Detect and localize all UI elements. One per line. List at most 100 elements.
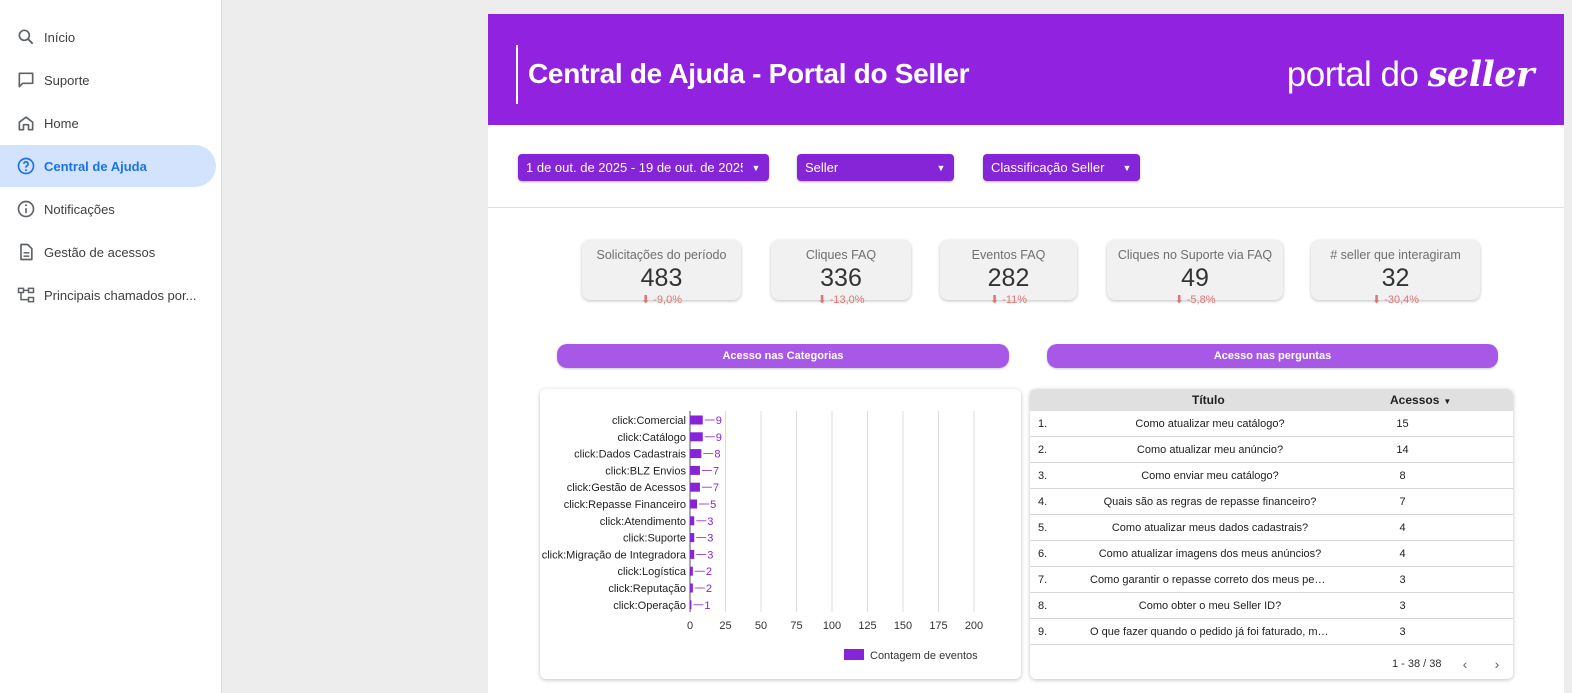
kpi-card-cliques-suporte: Cliques no Suporte via FAQ 49 ⬇ -5,8%: [1107, 240, 1283, 306]
kpi-delta: ⬇ -11%: [940, 293, 1077, 306]
table-row[interactable]: 5. Como atualizar meus dados cadastrais? 4: [1030, 515, 1513, 541]
kpi-delta: ⬇ -5,8%: [1107, 293, 1283, 306]
kpi-delta-value: -13,0%: [829, 294, 865, 306]
row-access-count: 15: [1396, 417, 1409, 430]
sidebar-item-suporte[interactable]: Suporte: [0, 59, 216, 101]
column-header-title[interactable]: Título: [1192, 393, 1225, 407]
column-header-access[interactable]: Acessos ▼: [1390, 393, 1451, 407]
kpi-label: Solicitações do período: [596, 248, 727, 262]
data-label: 7: [713, 465, 719, 477]
x-tick-label: 50: [755, 620, 767, 632]
bar: [690, 516, 695, 526]
table-row[interactable]: 4. Quais são as regras de repasse finance…: [1030, 489, 1513, 515]
bar: [690, 432, 703, 442]
row-index: 9.: [1038, 625, 1048, 638]
data-label: 5: [710, 499, 716, 511]
table-row[interactable]: 7. Como garantir o repasse correto dos me…: [1030, 567, 1513, 593]
kpi-delta: ⬇ -9,0%: [582, 293, 741, 306]
category-label: click:Operação: [613, 600, 686, 612]
bar: [690, 465, 700, 475]
kpi-label: Cliques no Suporte via FAQ: [1117, 248, 1273, 262]
pagination-text: 1 - 38 / 38: [1392, 658, 1442, 670]
x-tick-label: 25: [719, 620, 731, 632]
sidebar-item-principais-chamados[interactable]: Principais chamados por...: [0, 274, 216, 316]
seller-filter[interactable]: Seller ▼: [797, 154, 954, 181]
kpi-label: Eventos FAQ: [971, 248, 1046, 262]
table-row[interactable]: 3. Como enviar meu catálogo? 8: [1030, 463, 1513, 489]
divider: [488, 207, 1564, 208]
home-icon: [16, 113, 36, 133]
kpi-card-eventos-faq: Eventos FAQ 282 ⬇ -11%: [940, 240, 1077, 306]
table-row[interactable]: 2. Como atualizar meu anúncio? 14: [1030, 437, 1513, 463]
sidebar-item-label: Principais chamados por...: [44, 287, 197, 303]
date-range-filter[interactable]: 1 de out. de 2025 - 19 de out. de 2025 ▼: [518, 154, 769, 181]
categories-bar-chart: 0 25 50 75 100 125 150 175 200click:Comercial 9cl…: [542, 411, 983, 662]
help-icon: [16, 156, 36, 176]
row-access-count: 3: [1399, 625, 1406, 638]
sidebar-item-central-de-ajuda[interactable]: Central de Ajuda: [0, 145, 216, 187]
bar: [690, 499, 698, 509]
sidebar: Início Suporte Home Central de Ajuda Not…: [0, 0, 222, 693]
bar: [690, 583, 693, 593]
category-label: click:Repasse Financeiro: [564, 499, 686, 511]
kpi-value: 483: [640, 264, 683, 292]
row-title: Como enviar meu catálogo?: [1141, 469, 1279, 482]
row-title: Como garantir o repasse correto dos meus…: [1090, 573, 1330, 586]
sidebar-item-home[interactable]: Home: [0, 102, 216, 144]
x-tick-label: 175: [929, 620, 947, 632]
kpi-value: 336: [820, 264, 862, 292]
sidebar-item-label: Home: [44, 115, 79, 131]
sidebar-item-label: Notificações: [44, 201, 115, 217]
table-row[interactable]: 6. Como atualizar imagens dos meus anúnci…: [1030, 541, 1513, 567]
row-title: Como atualizar meus dados cadastrais?: [1111, 521, 1309, 534]
classification-filter[interactable]: Classificação Seller ▼: [983, 154, 1140, 181]
bar: [690, 600, 692, 610]
row-index: 4.: [1038, 495, 1048, 508]
table-row[interactable]: 8. Como obter o meu Seller ID? 3: [1030, 593, 1513, 619]
hierarchy-icon: [16, 285, 36, 305]
chevron-down-icon: ▼: [1122, 162, 1132, 173]
search-icon: [16, 27, 36, 47]
category-label: click:Atendimento: [600, 516, 686, 528]
sidebar-item-notificacoes[interactable]: Notificações: [0, 188, 216, 230]
chat-icon: [16, 70, 36, 90]
data-label: 3: [707, 533, 713, 545]
sidebar-item-inicio[interactable]: Início: [0, 16, 216, 58]
report-header: Central de Ajuda - Portal do Seller port…: [488, 14, 1564, 125]
legend-label: Contagem de eventos: [870, 650, 978, 662]
table-header: Título Acessos ▼: [1030, 389, 1513, 411]
kpi-card-solicitacoes: Solicitações do período 483 ⬇ -9,0%: [582, 240, 741, 306]
bar: [690, 449, 702, 459]
category-label: click:Gestão de Acessos: [567, 482, 687, 494]
category-label: click:Logística: [618, 566, 687, 578]
table-row[interactable]: 1. Como atualizar meu catálogo? 15: [1030, 411, 1513, 437]
chevron-down-icon: ▼: [751, 162, 761, 173]
row-index: 8.: [1038, 599, 1048, 612]
chevron-down-icon: ▼: [936, 162, 946, 173]
category-label: click:Migração de Integradora: [542, 549, 687, 561]
category-label: click:Comercial: [612, 415, 686, 427]
categories-section-title: Acesso nas Categorias: [557, 344, 1009, 368]
x-tick-label: 100: [823, 620, 841, 632]
row-title: Como obter o meu Seller ID?: [1138, 599, 1282, 612]
bar: [690, 549, 695, 559]
kpi-delta-value: -11%: [1002, 294, 1028, 306]
next-page-icon[interactable]: ›: [1489, 656, 1505, 672]
row-title: Como atualizar imagens dos meus anúncios…: [1098, 547, 1322, 560]
previous-page-icon[interactable]: ‹: [1457, 656, 1473, 672]
x-tick-label: 200: [965, 620, 983, 632]
data-label: 8: [714, 449, 720, 461]
x-tick-label: 125: [858, 620, 876, 632]
table-row[interactable]: 9. O que fazer quando o pedido já foi fat…: [1030, 619, 1513, 645]
category-label: click:Catálogo: [618, 432, 686, 444]
data-label: 3: [707, 516, 713, 528]
row-title: Quais são as regras de repasse financeir…: [1103, 495, 1317, 508]
row-access-count: 14: [1396, 443, 1409, 456]
sidebar-item-gestao-de-acessos[interactable]: Gestão de acessos: [0, 231, 216, 273]
data-label: 9: [716, 432, 722, 444]
bar: [690, 566, 693, 576]
category-label: click:Reputação: [608, 583, 686, 595]
kpi-value: 282: [987, 264, 1030, 292]
arrow-down-icon: ⬇: [817, 294, 830, 306]
header-accent-bar: [516, 45, 518, 104]
